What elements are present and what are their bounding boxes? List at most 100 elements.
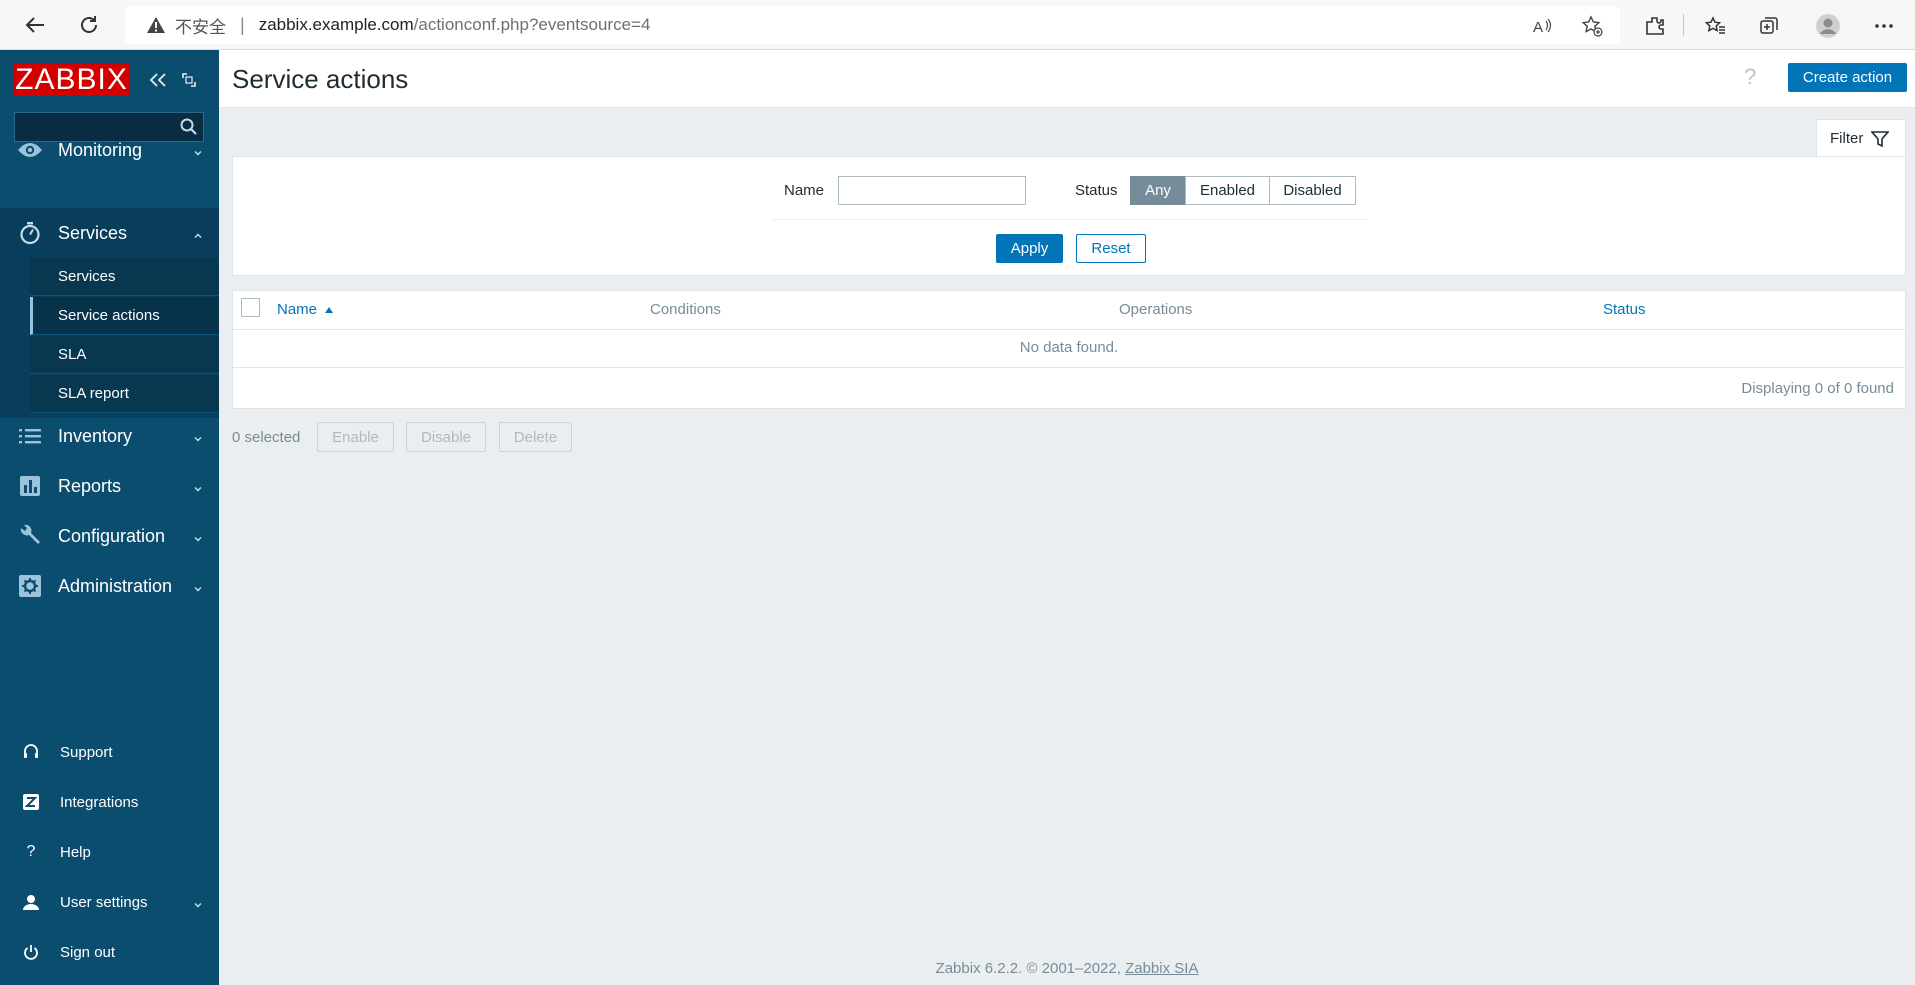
name-filter-label: Name <box>784 182 825 199</box>
collections-icon[interactable] <box>1756 13 1782 39</box>
eye-icon <box>17 137 43 163</box>
submenu-item-sla[interactable]: SLA <box>30 336 219 374</box>
table-footer-divider <box>233 367 1905 368</box>
menu-services-label: Services <box>58 222 128 243</box>
column-header-status[interactable]: Status <box>1603 301 1646 318</box>
page-header: Service actions ? Create action <box>219 50 1915 108</box>
submenu-item-label: SLA <box>58 346 87 363</box>
filter-panel: Name Status Any Enabled Disabled Apply R… <box>232 156 1906 276</box>
chevron-down-icon <box>193 581 203 592</box>
delete-button[interactable]: Delete <box>499 422 572 452</box>
menu-sign-out[interactable]: Sign out <box>0 930 219 974</box>
status-enabled-radio[interactable]: Enabled <box>1185 176 1270 205</box>
svg-text:A: A <box>1533 19 1543 35</box>
menu-administration[interactable]: Administration <box>0 561 219 611</box>
favorite-add-icon[interactable] <box>1580 14 1604 38</box>
filter-tab-label: Filter <box>1830 130 1864 147</box>
menu-configuration[interactable]: Configuration <box>0 511 219 561</box>
reset-button[interactable]: Reset <box>1076 234 1146 263</box>
wrench-icon <box>17 523 43 549</box>
chevron-down-icon <box>193 431 203 442</box>
column-header-conditions: Conditions <box>650 301 721 318</box>
page-footer: Zabbix 6.2.2. © 2001–2022, Zabbix SIA <box>219 960 1915 977</box>
chevron-down-icon <box>193 531 203 542</box>
enable-button[interactable]: Enable <box>317 422 394 452</box>
more-menu-icon[interactable] <box>1871 13 1897 39</box>
column-header-name-label: Name <box>277 301 318 318</box>
headset-icon <box>20 741 42 763</box>
help-icon[interactable]: ? <box>1744 64 1756 90</box>
menu-support-label: Support <box>60 743 113 761</box>
page-title: Service actions <box>232 64 409 94</box>
filter-icon <box>1871 130 1890 147</box>
sort-ascending-icon <box>325 307 334 313</box>
table-header-divider <box>233 329 1905 330</box>
select-all-checkbox[interactable] <box>241 298 260 317</box>
chevron-down-icon <box>193 897 203 908</box>
favorites-icon[interactable] <box>1702 13 1728 39</box>
chevron-down-icon <box>193 145 203 156</box>
submenu-item-label: Services <box>58 268 116 285</box>
stopwatch-icon <box>17 220 43 246</box>
menu-administration-label: Administration <box>58 575 173 596</box>
menu-user-settings[interactable]: User settings <box>0 880 219 924</box>
back-icon[interactable] <box>20 10 50 40</box>
chevron-up-icon <box>193 228 203 238</box>
profile-avatar-icon[interactable] <box>1815 13 1841 39</box>
refresh-icon[interactable] <box>74 10 104 40</box>
gear-icon <box>17 573 43 599</box>
chevron-down-icon <box>193 481 203 492</box>
user-icon <box>20 891 42 913</box>
footer-text: Zabbix 6.2.2. © 2001–2022, <box>935 960 1126 977</box>
menu-monitoring[interactable]: Monitoring <box>0 125 219 175</box>
no-data-message: No data found. <box>1019 339 1119 356</box>
read-aloud-icon[interactable]: A <box>1530 14 1554 38</box>
extensions-icon[interactable] <box>1642 13 1668 39</box>
status-filter-label: Status <box>1075 182 1118 199</box>
power-icon <box>20 941 42 963</box>
create-action-button[interactable]: Create action <box>1788 63 1907 92</box>
menu-user-settings-label: User settings <box>60 893 148 911</box>
column-header-operations: Operations <box>1119 301 1193 318</box>
submenu-item-sla-report[interactable]: SLA report <box>30 375 219 413</box>
warning-icon <box>145 14 167 36</box>
kiosk-mode-icon[interactable] <box>178 68 200 92</box>
menu-reports[interactable]: Reports <box>0 461 219 511</box>
name-filter-input[interactable] <box>838 176 1026 205</box>
url-separator: | <box>240 14 245 35</box>
insecure-label: 不安全 <box>175 17 226 37</box>
zabbix-logo[interactable]: ZABBIX <box>14 63 129 96</box>
footer-link[interactable]: Zabbix SIA <box>1125 960 1198 977</box>
menu-reports-label: Reports <box>58 475 122 496</box>
address-bar[interactable]: 不安全 | zabbix.example.com/actionconf.php?… <box>125 6 1620 44</box>
selected-count: 0 selected <box>232 429 301 446</box>
menu-inventory-label: Inventory <box>58 425 133 446</box>
submenu-item-label: Service actions <box>58 307 160 324</box>
displaying-count: Displaying 0 of 0 found <box>1741 380 1894 397</box>
z-icon <box>20 791 42 813</box>
submenu-item-service-actions[interactable]: Service actions <box>30 297 219 335</box>
menu-support[interactable]: Support <box>0 730 219 774</box>
menu-help-label: Help <box>60 843 91 861</box>
actions-table: Name Conditions Operations Status No dat… <box>232 290 1906 409</box>
menu-services[interactable]: Services <box>0 208 219 258</box>
browser-toolbar: 不安全 | zabbix.example.com/actionconf.php?… <box>0 0 1915 50</box>
menu-inventory[interactable]: Inventory <box>0 411 219 461</box>
menu-integrations[interactable]: Integrations <box>0 780 219 824</box>
collapse-sidebar-icon[interactable] <box>147 68 169 92</box>
menu-configuration-label: Configuration <box>58 525 166 546</box>
list-icon <box>17 423 43 449</box>
status-disabled-radio[interactable]: Disabled <box>1269 176 1356 205</box>
url-path: /actionconf.php?eventsource=4 <box>413 15 651 34</box>
submenu-item-label: SLA report <box>58 385 129 402</box>
column-header-name[interactable]: Name <box>277 301 334 318</box>
menu-sign-out-label: Sign out <box>60 943 116 961</box>
sidebar: ZABBIX Monitoring Services Services Serv… <box>0 50 219 985</box>
apply-button[interactable]: Apply <box>996 234 1063 263</box>
status-any-radio[interactable]: Any <box>1130 176 1186 205</box>
menu-help[interactable]: ? Help <box>0 830 219 874</box>
submenu-item-services[interactable]: Services <box>30 258 219 296</box>
disable-button[interactable]: Disable <box>406 422 486 452</box>
tab-filter[interactable]: Filter <box>1816 119 1906 157</box>
filter-divider <box>773 219 1368 220</box>
